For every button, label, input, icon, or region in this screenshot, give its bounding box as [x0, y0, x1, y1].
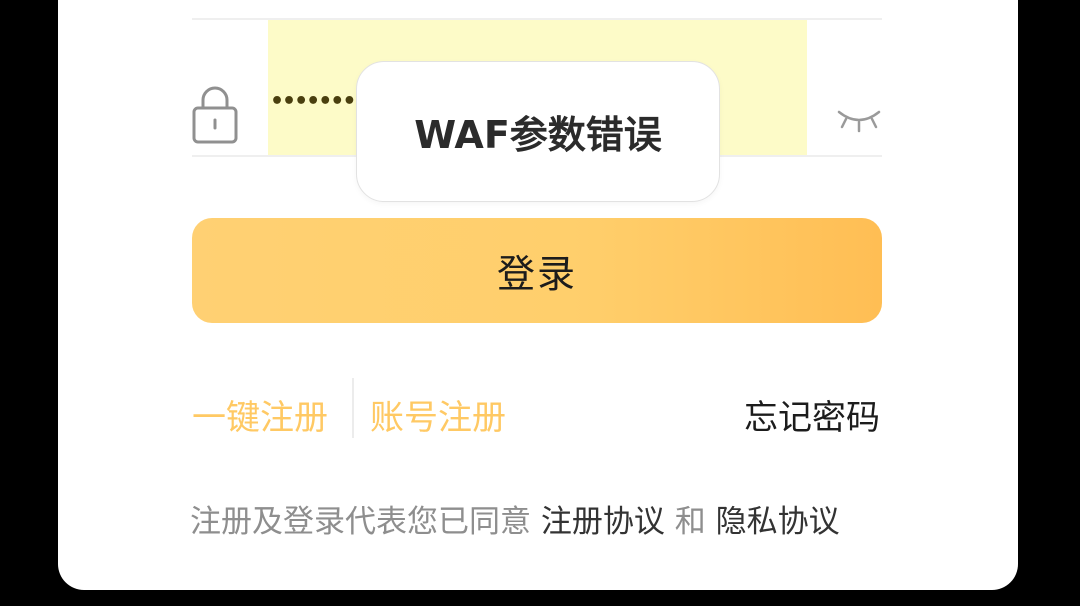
privacy-agreement-link[interactable]: 隐私协议 — [716, 504, 840, 540]
agreement-and: 和 — [674, 504, 706, 540]
agreement-text: 注册及登录代表您已同意 注册协议 和 隐私协议 — [190, 496, 840, 541]
lock-icon — [192, 86, 238, 144]
quick-register-link[interactable]: 一键注册 — [192, 390, 328, 439]
toast-message: WAF参数错误 — [414, 113, 662, 157]
login-button[interactable]: 登录 — [192, 218, 882, 323]
register-agreement-link[interactable]: 注册协议 — [541, 504, 665, 540]
eye-closed-icon[interactable] — [836, 106, 882, 146]
agreement-prefix: 注册及登录代表您已同意 — [190, 504, 531, 540]
link-separator — [352, 378, 354, 438]
account-register-link[interactable]: 账号注册 — [370, 390, 506, 439]
forgot-password-link[interactable]: 忘记密码 — [744, 390, 880, 439]
error-toast: WAF参数错误 — [356, 61, 720, 202]
